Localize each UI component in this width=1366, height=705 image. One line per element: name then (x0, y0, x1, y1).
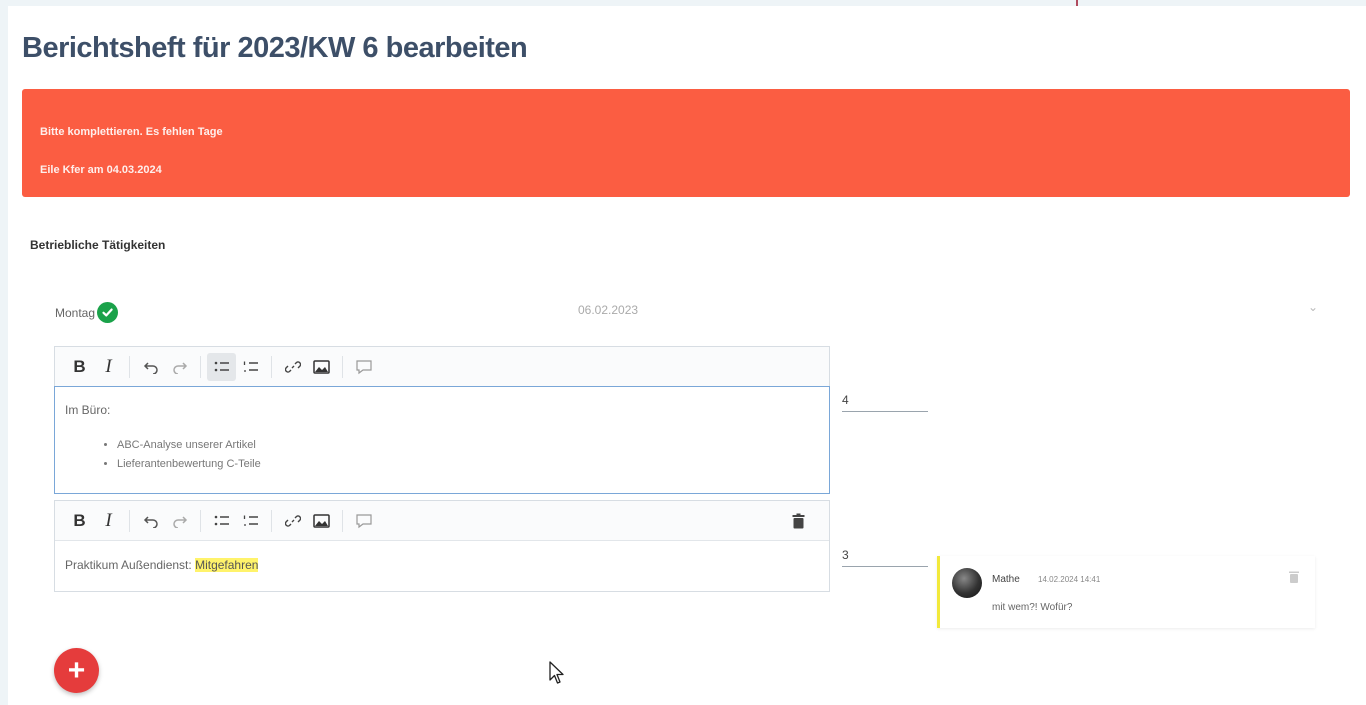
bold-icon[interactable]: B (65, 507, 94, 535)
hours-field-2[interactable]: 3 (842, 535, 928, 567)
numbered-list-icon[interactable] (236, 507, 265, 535)
activity-editor-2: B I Praktikum Außendienst: Mitgefahren (54, 500, 830, 592)
list-item: ABC-Analyse unserer Artikel (117, 439, 819, 451)
toolbar-divider (129, 355, 130, 378)
numbered-list-icon[interactable] (236, 353, 265, 381)
section-label: Betriebliche Tätigkeiten (30, 238, 166, 252)
content-title: Im Büro: (65, 403, 111, 417)
toolbar-divider (129, 509, 130, 532)
page-title: Berichtsheft für 2023/KW 6 bearbeiten (22, 32, 528, 64)
hours-value: 3 (842, 548, 849, 562)
day-header[interactable]: Montag (55, 302, 119, 323)
image-icon[interactable] (307, 353, 336, 381)
hours-field-1[interactable]: 4 (842, 380, 928, 412)
comment-card: Mathe 14.02.2024 14:41 mit wem?! Wofür? (937, 556, 1315, 628)
incomplete-alert: Bitte komplettieren. Es fehlen Tage Eile… (22, 89, 1350, 197)
activity-editor-1: B I Im Büro: ABC-Analyse unserer Art (54, 346, 830, 494)
undo-icon[interactable] (136, 507, 165, 535)
editor-toolbar: B I (55, 501, 829, 541)
bullet-list-icon[interactable] (207, 507, 236, 535)
content-bullet-list: ABC-Analyse unserer Artikel Lieferantenb… (65, 439, 819, 470)
alert-line-2: Eile Kfer am 04.03.2024 (40, 164, 162, 176)
toolbar-divider (342, 509, 343, 532)
day-name: Montag (55, 305, 96, 320)
mouse-cursor-icon (548, 660, 566, 691)
highlighted-text[interactable]: Mitgefahren (195, 558, 259, 572)
day-date: 06.02.2023 (578, 303, 639, 317)
bold-icon[interactable]: B (65, 353, 94, 381)
link-icon[interactable] (278, 353, 307, 381)
comment-author: Mathe (992, 574, 1020, 585)
image-icon[interactable] (307, 507, 336, 535)
comment-icon[interactable] (349, 353, 378, 381)
redo-icon[interactable] (165, 507, 194, 535)
editor-toolbar: B I (55, 347, 829, 387)
toolbar-divider (342, 355, 343, 378)
italic-icon[interactable]: I (94, 507, 123, 535)
link-icon[interactable] (278, 507, 307, 535)
toolbar-divider (200, 355, 201, 378)
trash-icon[interactable] (784, 507, 813, 535)
hours-label (842, 380, 928, 389)
content-prefix: Praktikum Außendienst: (65, 558, 192, 572)
hours-value: 4 (842, 393, 849, 407)
hours-label (842, 535, 928, 544)
italic-icon[interactable]: I (94, 353, 123, 381)
avatar (952, 568, 982, 598)
comment-text: mit wem?! Wofür? (992, 602, 1073, 613)
check-icon (97, 302, 119, 323)
alert-line-1: Bitte komplettieren. Es fehlen Tage (40, 126, 223, 138)
trash-icon[interactable] (1289, 570, 1299, 586)
editor-content[interactable]: Praktikum Außendienst: Mitgefahren (55, 541, 829, 591)
toolbar-divider (271, 509, 272, 532)
undo-icon[interactable] (136, 353, 165, 381)
redo-icon[interactable] (165, 353, 194, 381)
comment-icon[interactable] (349, 507, 378, 535)
list-item: Lieferantenbewertung C-Teile (117, 458, 819, 470)
editor-content[interactable]: Im Büro: ABC-Analyse unserer Artikel Lie… (54, 386, 830, 494)
comment-time: 14.02.2024 14:41 (1038, 575, 1101, 584)
chevron-down-icon[interactable]: ⌄ (1308, 300, 1318, 314)
toolbar-divider (271, 355, 272, 378)
add-button[interactable]: + (54, 648, 99, 693)
toolbar-divider (200, 509, 201, 532)
bullet-list-icon[interactable] (207, 352, 236, 381)
plus-icon: + (67, 653, 86, 687)
